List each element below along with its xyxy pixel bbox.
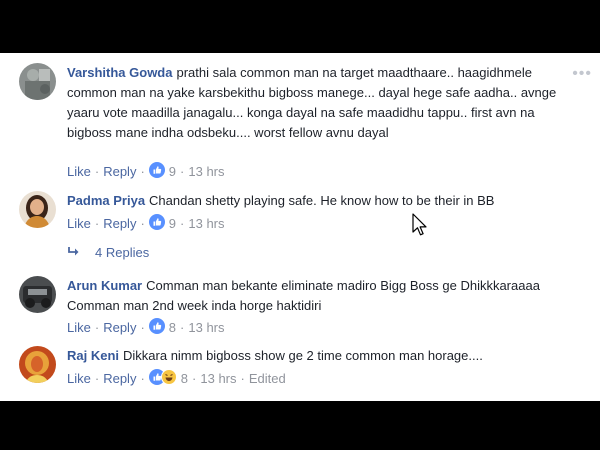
like-link[interactable]: Like	[67, 371, 91, 386]
like-reaction-icon[interactable]	[148, 162, 165, 183]
reaction-count[interactable]: 9	[169, 216, 176, 231]
edited-label[interactable]: Edited	[249, 371, 286, 386]
view-replies-link[interactable]: 4 Replies	[67, 245, 149, 261]
like-link[interactable]: Like	[67, 216, 91, 231]
reaction-count[interactable]: 8	[169, 320, 176, 335]
comment-author[interactable]: Raj Keni	[67, 348, 119, 363]
comment-actions: Like · Reply · 9 · 13 hrs	[67, 162, 225, 180]
comment-body: Raj Keni Dikkara nimm bigboss show ge 2 t…	[67, 346, 582, 366]
comment-actions: Like · Reply · 8 · 13 hrs	[67, 318, 225, 336]
comment-actions: Like · Reply · 8 · 13 hrs · Edited	[67, 369, 286, 387]
avatar[interactable]	[19, 276, 56, 313]
reaction-count[interactable]: 8	[181, 371, 188, 386]
deity-photo-avatar	[19, 346, 56, 383]
timestamp[interactable]: 13 hrs	[200, 371, 236, 386]
woman-photo-avatar	[19, 191, 56, 228]
like-reaction-icon[interactable]	[148, 214, 165, 235]
comment-author[interactable]: Varshitha Gowda	[67, 65, 172, 80]
comment-text: Chandan shetty playing safe. He know how…	[149, 193, 495, 208]
replies-count[interactable]: 4 Replies	[95, 245, 149, 260]
avatar[interactable]	[19, 63, 56, 100]
avatar[interactable]	[19, 346, 56, 383]
comment-actions: Like · Reply · 9 · 13 hrs	[67, 214, 225, 232]
comment-text: Dikkara nimm bigboss show ge 2 time comm…	[123, 348, 483, 363]
comment-body: Padma Priya Chandan shetty playing safe. …	[67, 191, 582, 211]
reply-link[interactable]: Reply	[103, 320, 136, 335]
avatar[interactable]	[19, 191, 56, 228]
comments-panel: ••• Varshitha Gowda prathi sala common ma…	[0, 53, 600, 401]
grey-photo-avatar	[19, 63, 56, 100]
reply-arrow-icon	[67, 246, 81, 261]
comment-author[interactable]: Arun Kumar	[67, 278, 142, 293]
comment-body: Varshitha Gowda prathi sala common man na…	[67, 63, 582, 143]
like-reaction-icon[interactable]	[148, 318, 165, 339]
reply-link[interactable]: Reply	[103, 371, 136, 386]
comment-body: Arun Kumar Comman man bekante eliminate m…	[67, 276, 582, 316]
mouse-cursor-icon	[412, 213, 427, 236]
reaction-count[interactable]: 9	[169, 164, 176, 179]
timestamp[interactable]: 13 hrs	[188, 164, 224, 179]
like-link[interactable]: Like	[67, 320, 91, 335]
dark-photo-avatar	[19, 276, 56, 313]
like-link[interactable]: Like	[67, 164, 91, 179]
reply-link[interactable]: Reply	[103, 164, 136, 179]
reply-link[interactable]: Reply	[103, 216, 136, 231]
timestamp[interactable]: 13 hrs	[188, 320, 224, 335]
timestamp[interactable]: 13 hrs	[188, 216, 224, 231]
comment-author[interactable]: Padma Priya	[67, 193, 145, 208]
haha-reaction-icon[interactable]	[160, 369, 177, 390]
